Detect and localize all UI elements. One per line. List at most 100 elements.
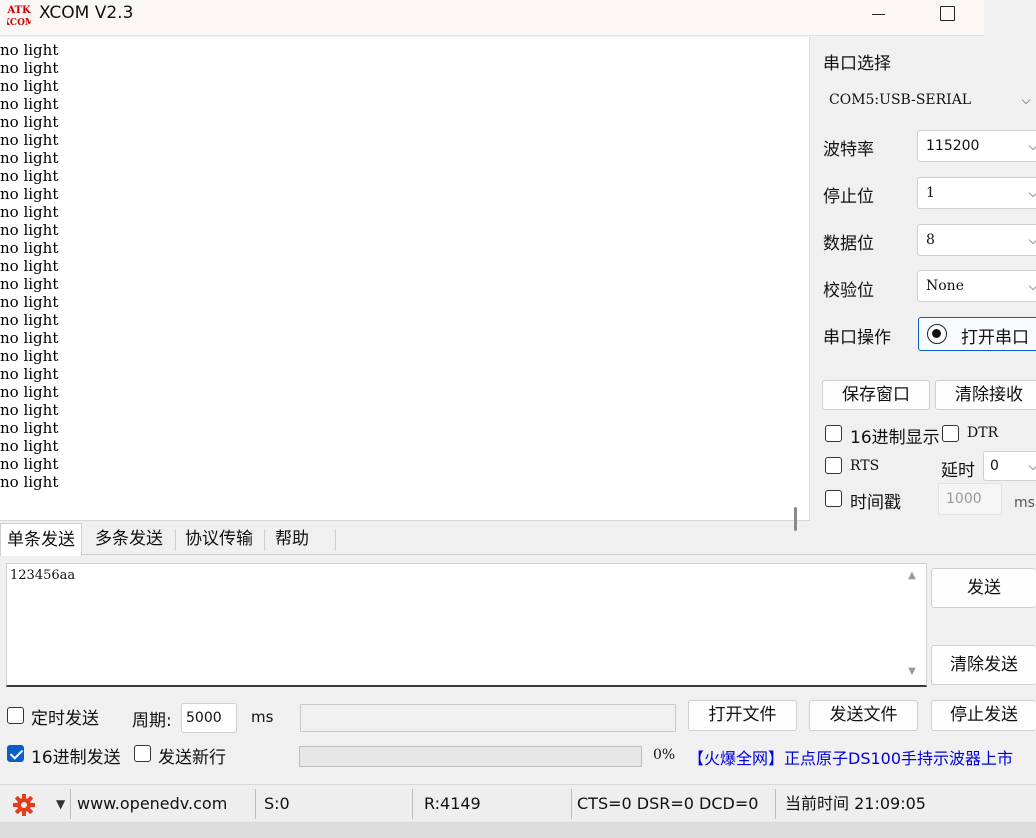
send-file-button[interactable]: 发送文件 [809,700,918,731]
timed-send-label: 定时发送 [31,709,99,729]
stop-send-button[interactable]: 停止发送 [931,700,1036,731]
data-bits-value: 8 [926,232,935,248]
receive-text: no light no light no light no light no light… [0,41,58,491]
title-bar-gap [984,0,1036,36]
status-divider [255,789,256,819]
maximize-icon[interactable] [924,0,970,34]
receive-line: no light [0,419,59,437]
clear-send-button[interactable]: 清除发送 [931,645,1036,685]
send-progress-bar [299,746,642,767]
send-text: 123456aa [10,568,76,583]
receive-line: no light [0,77,59,95]
dtr-label: DTR [967,425,999,441]
baud-label: 波特率 [823,140,874,160]
minimize-icon[interactable] [856,0,902,34]
timestamp-unit: ms [1014,495,1035,511]
timed-send-checkbox[interactable] [7,707,24,724]
rts-label: RTS [850,458,880,474]
send-textarea[interactable]: 123456aa ▲ ▼ [6,563,927,687]
hex-display-checkbox[interactable] [825,425,842,442]
port-op-label: 串口操作 [823,328,891,348]
logo-text-bottom: XCOM [7,18,31,28]
app-logo-icon: ATK XCOM [7,5,31,28]
port-select-combo[interactable]: COM5:USB-SERIAL ⌵ [820,84,1036,116]
hex-send-checkbox[interactable] [7,745,24,762]
chevron-down-icon: ⌵ [1026,178,1036,208]
received-count: R:4149 [424,794,481,813]
period-unit: ms [251,708,274,726]
period-input[interactable]: 5000 [181,703,237,733]
send-newline-checkbox[interactable] [134,745,151,762]
chevron-down-icon: ⌵ [1026,225,1036,255]
chevron-down-icon: ⌵ [1026,131,1036,161]
timestamp-field: 1000 [938,483,1002,515]
data-bits-label: 数据位 [823,234,874,254]
window-bottom-edge [0,822,1036,838]
send-newline-label: 发送新行 [158,748,226,768]
clear-receive-button[interactable]: 清除接收 [935,380,1036,410]
receive-line: no light [0,473,59,491]
receive-line: no light [0,329,59,347]
status-divider [775,789,776,819]
baud-combo[interactable]: 115200 ⌵ [917,130,1036,162]
receive-line: no light [0,347,59,365]
chevron-down-icon: ⌵ [1026,271,1036,301]
file-path-field[interactable] [300,704,676,732]
window-title: XCOM V2.3 [39,3,134,23]
period-label: 周期: [132,711,172,731]
open-port-button[interactable]: 打开串口 [918,317,1036,351]
delay-value: 0 [990,458,999,474]
tab-multi-send[interactable]: 多条发送 [89,523,169,555]
send-button[interactable]: 发送 [931,568,1036,608]
tab-help[interactable]: 帮助 [269,523,315,555]
rts-checkbox[interactable] [825,457,842,474]
receive-line: no light [0,203,59,221]
receive-line: no light [0,167,59,185]
chevron-down-icon: ⌵ [1026,452,1036,480]
timestamp-checkbox[interactable] [825,490,842,507]
gear-icon[interactable] [12,793,36,817]
receive-line: no light [0,95,59,113]
delay-combo[interactable]: 0 ⌵ [983,451,1036,481]
status-bar: ▼ www.openedv.com S:0 R:4149 CTS=0 DSR=0… [0,784,1036,822]
scroll-up-icon[interactable]: ▲ [905,570,919,581]
receive-line: no light [0,401,59,419]
receive-line: no light [0,275,59,293]
receive-line: no light [0,311,59,329]
tab-divider [335,529,336,551]
stop-bits-label: 停止位 [823,187,874,207]
scroll-down-icon[interactable]: ▼ [905,666,919,677]
save-window-button[interactable]: 保存窗口 [822,380,930,410]
timestamp-label: 时间戳 [850,493,901,513]
receive-line: no light [0,113,59,131]
receive-line: no light [0,41,59,59]
ad-marquee-link[interactable]: 【火爆全网】正点原子DS100手持示波器上市 [688,745,1013,769]
status-divider [412,789,413,819]
title-bar: ATK XCOM XCOM V2.3 [0,0,984,36]
baud-value: 115200 [926,138,980,154]
status-divider [70,789,71,819]
receive-line: no light [0,455,59,473]
receive-area[interactable]: no light no light no light no light no light… [0,37,810,531]
delay-label: 延时 [941,461,975,481]
parity-combo[interactable]: None ⌵ [917,270,1036,302]
receive-line: no light [0,257,59,275]
logo-text-top: ATK [7,5,31,16]
send-progress-text: 0% [653,747,676,763]
line-status: CTS=0 DSR=0 DCD=0 [577,794,759,813]
send-tabs: 单条发送 多条发送 协议传输 帮助 [0,523,1036,556]
settings-menu-arrow-icon[interactable]: ▼ [56,797,65,811]
receive-line: no light [0,131,59,149]
data-bits-combo[interactable]: 8 ⌵ [917,224,1036,256]
tab-single-send[interactable]: 单条发送 [0,523,82,556]
tab-protocol[interactable]: 协议传输 [179,523,259,555]
sent-count: S:0 [264,794,290,813]
dtr-checkbox[interactable] [942,425,959,442]
open-file-button[interactable]: 打开文件 [688,700,797,731]
receive-line: no light [0,293,59,311]
parity-value: None [926,278,964,294]
parity-label: 校验位 [823,281,874,301]
stop-bits-combo[interactable]: 1 ⌵ [917,177,1036,209]
website-link[interactable]: www.openedv.com [77,785,227,823]
tab-divider [175,529,176,551]
